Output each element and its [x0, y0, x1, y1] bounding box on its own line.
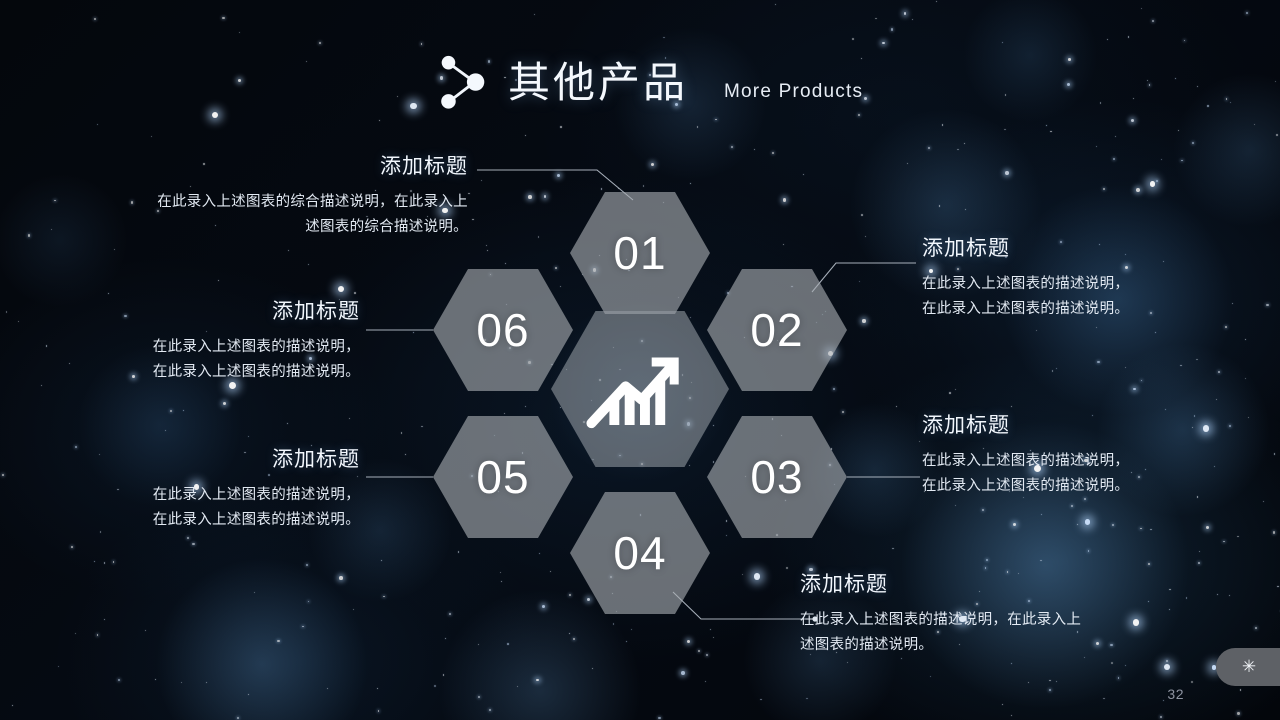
text-block-03-title: 添加标题: [922, 414, 1010, 437]
hexagon-04[interactable]: 04: [570, 492, 710, 614]
text-block-01-body: 在此录入上述图表的综合描述说明，在此录入上述图表的综合描述说明。: [157, 194, 468, 235]
connector-04: [672, 591, 815, 620]
text-block-05[interactable]: 添加标题 在此录入上述图表的描述说明，在此录入上述图表的描述说明。: [148, 443, 360, 533]
page-number: 32: [1167, 686, 1184, 702]
text-block-04-title: 添加标题: [800, 573, 888, 596]
text-block-02-body: 在此录入上述图表的描述说明，在此录入上述图表的描述说明。: [922, 276, 1130, 317]
text-block-06-title: 添加标题: [272, 300, 360, 323]
text-block-04[interactable]: 添加标题 在此录入上述图表的描述说明，在此录入上述图表的描述说明。: [800, 568, 1093, 658]
text-block-02-title: 添加标题: [922, 237, 1010, 260]
hexagon-02[interactable]: 02: [707, 269, 847, 391]
asterisk-icon: ✳: [1241, 656, 1257, 676]
slide-header: 其他产品 More Products: [432, 52, 863, 114]
page-subtitle: More Products: [724, 81, 864, 102]
text-block-02[interactable]: 添加标题 在此录入上述图表的描述说明，在此录入上述图表的描述说明。: [922, 232, 1137, 322]
hexagon-05-label: 05: [476, 451, 530, 503]
text-block-01[interactable]: 添加标题 在此录入上述图表的综合描述说明，在此录入上述图表的综合描述说明。: [148, 150, 468, 240]
hexagon-01-label: 01: [613, 227, 667, 279]
growth-chart-icon: [586, 357, 679, 429]
text-block-05-body: 在此录入上述图表的描述说明，在此录入上述图表的描述说明。: [152, 487, 360, 528]
text-block-03-body: 在此录入上述图表的描述说明，在此录入上述图表的描述说明。: [922, 453, 1130, 494]
hexagon-01[interactable]: 01: [570, 192, 710, 314]
slide-canvas: 其他产品 More Products 01 06 02 05 03 04 添加标…: [0, 0, 1280, 720]
hexagon-06[interactable]: 06: [433, 269, 573, 391]
text-block-04-body: 在此录入上述图表的描述说明，在此录入上述图表的描述说明。: [800, 612, 1082, 653]
hexagon-center[interactable]: [551, 311, 729, 467]
text-block-06[interactable]: 添加标题 在此录入上述图表的描述说明，在此录入上述图表的描述说明。: [148, 295, 360, 385]
text-block-05-title: 添加标题: [272, 448, 360, 471]
corner-decoration[interactable]: ✳: [1216, 648, 1280, 686]
connector-02: [811, 262, 916, 293]
hexagon-02-label: 02: [750, 304, 804, 356]
text-block-06-body: 在此录入上述图表的描述说明，在此录入上述图表的描述说明。: [152, 339, 360, 380]
text-block-01-title: 添加标题: [380, 155, 468, 178]
share-network-icon: [441, 55, 485, 109]
text-block-03[interactable]: 添加标题 在此录入上述图表的描述说明，在此录入上述图表的描述说明。: [922, 409, 1137, 499]
hexagon-03[interactable]: 03: [707, 416, 847, 538]
page-title: 其他产品: [508, 59, 689, 106]
hexagon-06-label: 06: [476, 304, 530, 356]
hexagon-04-label: 04: [613, 527, 667, 579]
hexagon-03-label: 03: [750, 451, 804, 503]
hexagon-05[interactable]: 05: [433, 416, 573, 538]
